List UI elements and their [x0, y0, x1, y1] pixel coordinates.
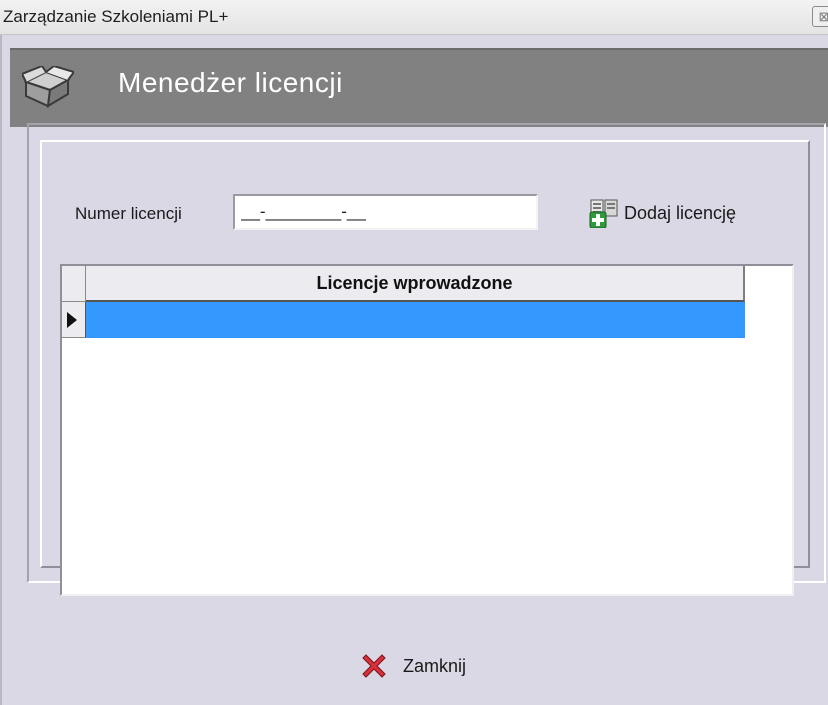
window-close-button[interactable]: ⊠	[812, 6, 828, 27]
row-indicator[interactable]	[62, 302, 86, 338]
license-number-input[interactable]	[233, 194, 538, 230]
licenses-grid[interactable]: Licencje wprowadzone	[60, 264, 794, 596]
add-license-button[interactable]: Dodaj licencję	[588, 196, 736, 230]
add-document-icon	[589, 199, 618, 228]
red-x-icon	[362, 654, 386, 678]
license-number-label: Numer licencji	[75, 204, 182, 223]
header-banner: Menedżer licencji	[10, 48, 828, 127]
grid-column-header[interactable]: Licencje wprowadzone	[86, 266, 745, 302]
window-title: Zarządzanie Szkoleniami PL+	[3, 7, 229, 26]
table-row[interactable]	[86, 302, 745, 338]
open-box-icon	[22, 66, 74, 108]
add-license-label: Dodaj licencję	[624, 202, 737, 223]
row-pointer-icon	[67, 312, 77, 328]
grid-corner	[62, 266, 86, 302]
close-button[interactable]: Zamknij	[359, 651, 466, 681]
header-title: Menedżer licencji	[118, 67, 343, 98]
close-label: Zamknij	[403, 655, 467, 676]
window-titlebar: Zarządzanie Szkoleniami PL+ ⊠	[0, 0, 828, 35]
